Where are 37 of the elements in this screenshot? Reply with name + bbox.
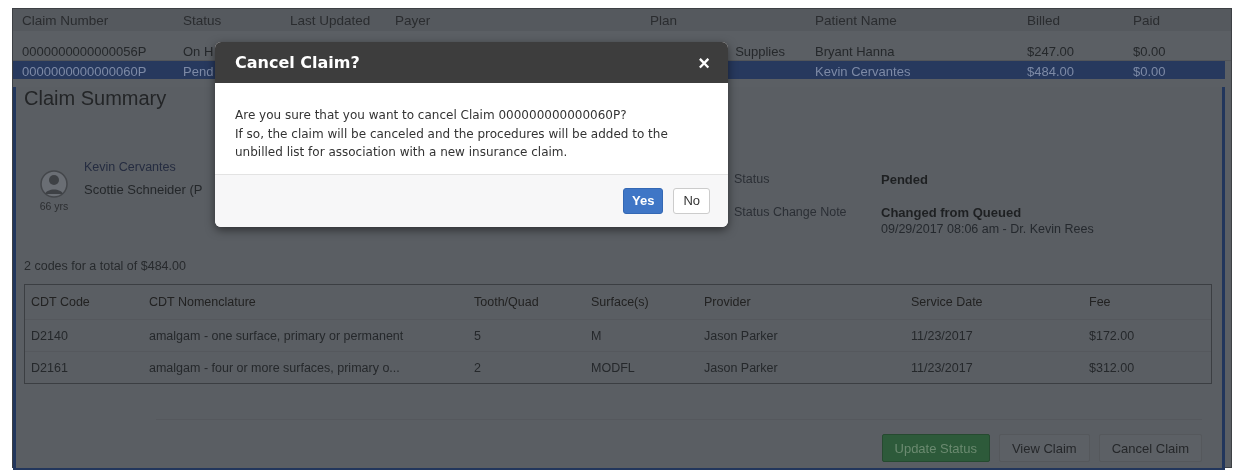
column-header: Surface(s)	[591, 295, 650, 309]
table-cell-text: Jason Parker	[704, 328, 779, 343]
column-header: Fee	[1089, 295, 1112, 309]
table-cell: On H	[183, 43, 214, 59]
panel-title: Claim Summary	[24, 87, 167, 110]
table-cell: Supplies	[735, 43, 785, 59]
table-cell: $0.00	[1133, 64, 1166, 79]
column-header: Tooth/Quad	[474, 295, 540, 309]
column-header: CDT Nomenclature	[149, 295, 257, 309]
table-cell-text: M	[591, 328, 603, 343]
column-header: Service Date	[911, 295, 984, 309]
table-cell-text: amalgam - one surface, primary or permanent	[149, 328, 405, 343]
table-cell-text: $172.00	[1089, 328, 1136, 343]
dialog-message: If so, the claim will be canceled and the procedures will be added to the unbilled list for association with a new insurance claim.	[235, 125, 669, 161]
table-cell: $247.00	[1027, 43, 1074, 59]
subscriber-name: Scottie Schneider (P	[84, 182, 203, 197]
table-cell: 0000000000000060P	[22, 64, 147, 79]
field-value: Pended	[881, 172, 929, 187]
column-header: Provider	[704, 295, 752, 309]
table-cell-text: D2161	[31, 360, 69, 375]
table-cell: $0.00	[1133, 43, 1166, 59]
table-cell-text: Jason Parker	[704, 360, 779, 375]
table-cell-text: MODFL	[591, 360, 636, 375]
column-header: CDT Code	[31, 295, 91, 309]
table-cell: Bryant Hanna	[815, 43, 895, 59]
table-cell: Pend	[183, 64, 214, 79]
table-cell-text: $312.00	[1089, 360, 1136, 375]
dialog-message: Are you sure that you want to cancel Claim 000000000000060P?	[235, 107, 628, 124]
field-value: Changed from Queued	[881, 205, 1023, 220]
table-cell: $484.00	[1027, 64, 1074, 79]
table-cell-text: D2140	[31, 328, 69, 343]
table-cell: Kevin Cervantes	[815, 64, 911, 79]
table-cell-text: 2	[474, 360, 482, 375]
table-cell-text: 5	[474, 328, 482, 343]
table-cell: 0000000000000056P	[22, 43, 147, 59]
table-cell-text: 11/23/2017	[911, 328, 974, 343]
table-cell-text: 11/23/2017	[911, 360, 974, 375]
